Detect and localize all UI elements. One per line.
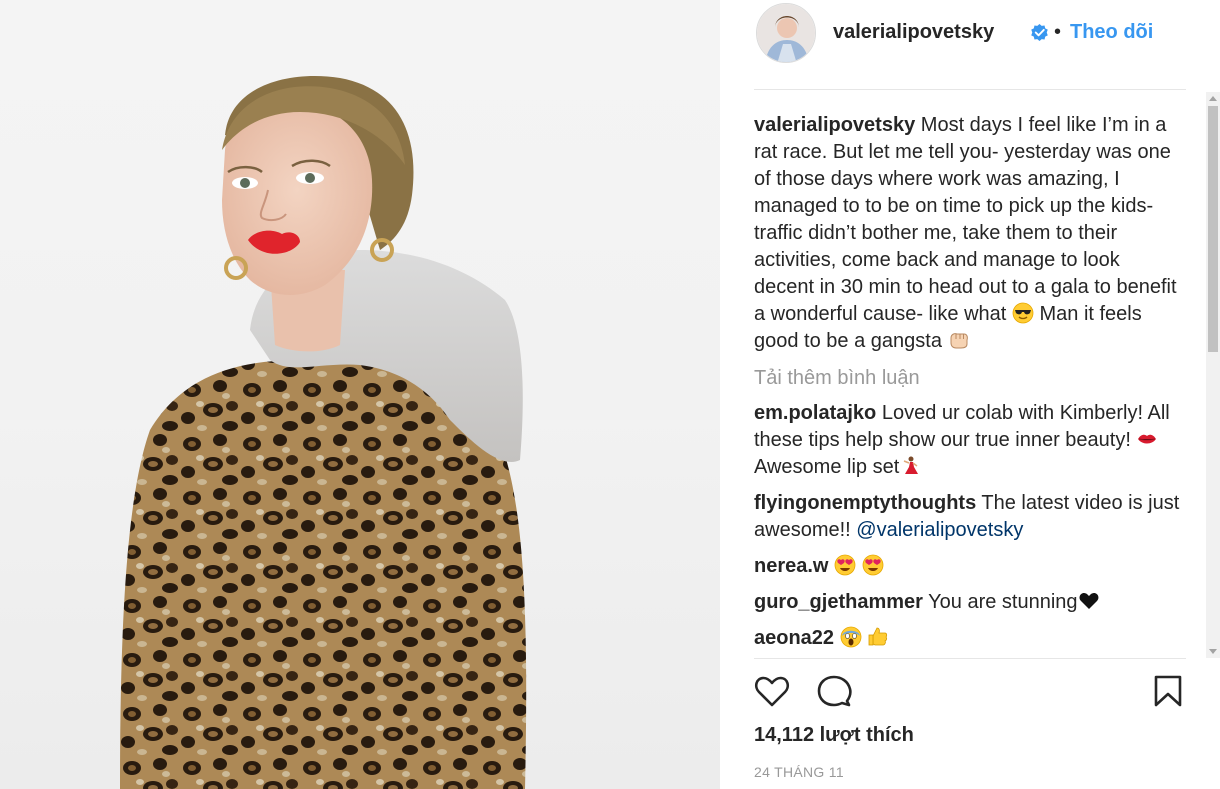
bookmark-icon[interactable] bbox=[1152, 674, 1184, 708]
post-photo[interactable] bbox=[0, 0, 720, 789]
screaming-face-icon bbox=[840, 626, 862, 648]
post-header: valerialipovetsky • Theo dõi bbox=[754, 0, 1186, 90]
comment-username[interactable]: guro_gjethammer bbox=[754, 591, 923, 613]
comment-icon[interactable] bbox=[816, 674, 852, 708]
comments-list[interactable]: valerialipovetsky Most days I feel like … bbox=[754, 112, 1184, 658]
comment-text: You are stunning bbox=[928, 591, 1078, 613]
post-caption: valerialipovetsky Most days I feel like … bbox=[754, 112, 1184, 355]
comments-scrollbar[interactable] bbox=[1206, 92, 1220, 658]
post-image bbox=[120, 75, 527, 789]
comment-text-2: Awesome lip set bbox=[754, 456, 900, 478]
comment-mention-link[interactable]: @valerialipovetsky bbox=[856, 519, 1023, 541]
scroll-up-arrow-icon[interactable] bbox=[1209, 96, 1217, 101]
lips-icon bbox=[1138, 434, 1157, 444]
thumbs-up-icon bbox=[868, 627, 888, 646]
comment-username[interactable]: flyingonemptythoughts bbox=[754, 492, 976, 514]
comment-username[interactable]: em.polatajko bbox=[754, 402, 876, 424]
verified-badge-icon bbox=[1031, 23, 1048, 42]
fist-bump-icon bbox=[950, 333, 968, 349]
post-date[interactable]: 24 THÁNG 11 bbox=[754, 764, 844, 780]
post-actions bbox=[754, 672, 1186, 712]
comment-item: em.polatajko Loved ur colab with Kimberl… bbox=[754, 400, 1184, 481]
scrollbar-thumb[interactable] bbox=[1208, 106, 1218, 352]
caption-text: Most days I feel like I’m in a rat race.… bbox=[754, 114, 1177, 325]
load-more-comments-link[interactable]: Tải thêm bình luận bbox=[754, 365, 1184, 392]
comment-username[interactable]: nerea.w bbox=[754, 555, 828, 577]
post-details-panel: valerialipovetsky • Theo dõi valerialipo… bbox=[720, 0, 1220, 789]
sunglasses-face-icon bbox=[1012, 302, 1034, 324]
comment-username[interactable]: aeona22 bbox=[754, 627, 834, 649]
divider bbox=[754, 658, 1186, 659]
black-heart-icon bbox=[1079, 593, 1098, 609]
dancer-icon bbox=[903, 456, 919, 474]
likes-count[interactable]: 14,112 lượt thích bbox=[754, 724, 914, 747]
header-separator: • bbox=[1054, 21, 1062, 43]
heart-eyes-icon bbox=[862, 554, 884, 576]
heart-icon[interactable] bbox=[754, 674, 790, 708]
header-username[interactable]: valerialipovetsky bbox=[833, 21, 994, 44]
caption-username[interactable]: valerialipovetsky bbox=[754, 114, 915, 136]
comment-item: aeona22 bbox=[754, 625, 1184, 652]
scroll-down-arrow-icon[interactable] bbox=[1209, 649, 1217, 654]
post-view: valerialipovetsky • Theo dõi valerialipo… bbox=[0, 0, 1220, 789]
comment-item: flyingonemptythoughts The latest video i… bbox=[754, 490, 1184, 544]
avatar[interactable] bbox=[756, 3, 816, 63]
heart-eyes-icon bbox=[834, 554, 856, 576]
follow-button[interactable]: Theo dõi bbox=[1070, 21, 1153, 44]
comment-item: guro_gjethammer You are stunning bbox=[754, 589, 1184, 616]
comment-item: nerea.w bbox=[754, 553, 1184, 580]
